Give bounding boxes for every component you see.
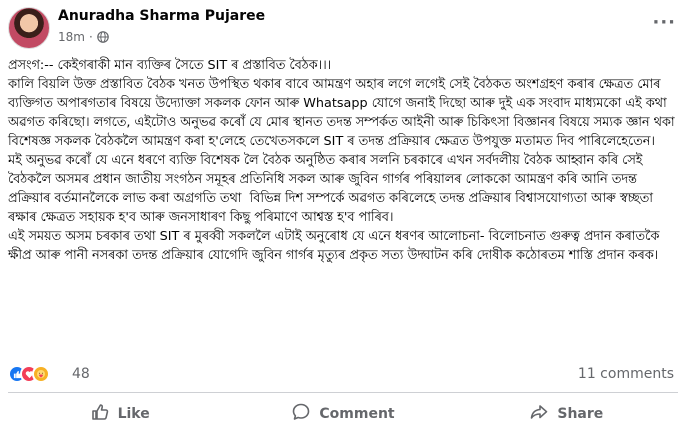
post-text: প্ৰসংগ:-- কেইগৰাকী মান ব্যক্তিৰ সৈতে SIT… bbox=[8, 56, 682, 265]
avatar[interactable] bbox=[8, 7, 50, 49]
timestamp[interactable]: 18m bbox=[58, 30, 85, 44]
post-meta: 18m · bbox=[58, 30, 109, 44]
divider bbox=[8, 392, 678, 393]
comment-icon bbox=[291, 402, 311, 426]
share-button[interactable]: Share bbox=[455, 396, 678, 432]
reactions-bar: 48 11 comments bbox=[8, 364, 678, 386]
author-name[interactable]: Anuradha Sharma Pujaree bbox=[58, 8, 265, 24]
reaction-count[interactable]: 48 bbox=[72, 366, 90, 382]
globe-icon bbox=[96, 31, 109, 43]
share-label: Share bbox=[557, 406, 604, 422]
post-paragraph: কালি বিয়লি উক্ত প্ৰস্তাবিত বৈঠক খনত উপস… bbox=[8, 77, 679, 149]
action-bar: Like Comment Share bbox=[8, 396, 678, 432]
like-label: Like bbox=[117, 406, 150, 422]
post-paragraph: প্ৰসংগ:-- কেইগৰাকী মান ব্যক্তিৰ সৈতে SIT… bbox=[8, 58, 332, 73]
facebook-post: Anuradha Sharma Pujaree 18m · ··· প্ৰসংগ… bbox=[0, 0, 686, 436]
more-options-icon[interactable]: ··· bbox=[652, 12, 676, 33]
post-header: Anuradha Sharma Pujaree 18m · ··· bbox=[8, 6, 678, 50]
like-button[interactable]: Like bbox=[8, 396, 231, 432]
post-paragraph: এই সময়ত অসম চৰকাৰ তথা SIT ৰ মুৰব্বী সকল… bbox=[8, 229, 664, 263]
comment-label: Comment bbox=[319, 406, 395, 422]
separator: · bbox=[88, 30, 93, 44]
care-icon bbox=[32, 365, 50, 383]
thumbs-up-icon bbox=[90, 402, 110, 426]
share-icon bbox=[529, 402, 549, 426]
reaction-icons[interactable] bbox=[8, 365, 50, 383]
comment-button[interactable]: Comment bbox=[231, 396, 454, 432]
comments-count[interactable]: 11 comments bbox=[578, 366, 674, 382]
post-paragraph: মই অনুভৱ কৰোঁ যে এনে ধৰণে ব্যক্তি বিশেষক… bbox=[8, 153, 657, 225]
